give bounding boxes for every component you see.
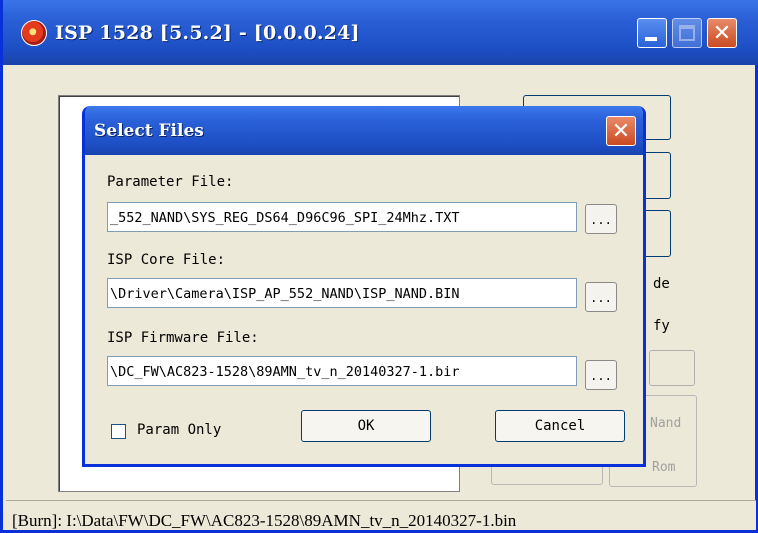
isp-firmware-file-field[interactable]: \DC_FW\AC823-1528\89AMN_tv_n_20140327-1.…: [107, 356, 577, 386]
param-only-label[interactable]: Param Only: [137, 422, 221, 438]
ok-button[interactable]: OK: [301, 410, 431, 442]
parameter-browse-button[interactable]: ...: [585, 204, 617, 234]
cancel-button[interactable]: Cancel: [495, 410, 625, 442]
close-button[interactable]: ✕: [707, 18, 737, 48]
parameter-file-field[interactable]: _552_NAND\SYS_REG_DS64_D96C96_SPI_24Mhz.…: [107, 202, 577, 232]
isp-core-file-field[interactable]: \Driver\Camera\ISP_AP_552_NAND\ISP_NAND.…: [107, 278, 577, 308]
background-button-4: [649, 350, 695, 386]
isp-core-browse-button[interactable]: ...: [585, 282, 617, 312]
dialog-close-button[interactable]: ✕: [606, 116, 636, 146]
background-label-rom: Rom: [652, 460, 676, 475]
main-titlebar[interactable]: ISP 1528 [5.5.2] - [0.0.0.24] ✕: [3, 0, 758, 65]
dialog-titlebar[interactable]: Select Files ✕: [85, 106, 643, 155]
parameter-file-label: Parameter File:: [107, 174, 234, 190]
background-label-fy: fy: [653, 318, 670, 334]
close-icon: ✕: [611, 118, 631, 144]
param-only-checkbox[interactable]: [111, 424, 126, 439]
minimize-button[interactable]: [637, 18, 667, 48]
isp-firmware-file-label: ISP Firmware File:: [107, 330, 259, 346]
status-bar: [Burn]: I:\Data\FW\DC_FW\AC823-1528\89AM…: [6, 500, 756, 530]
app-icon: [21, 20, 47, 46]
background-label-de: de: [653, 276, 670, 292]
isp-core-file-label: ISP Core File:: [107, 252, 226, 268]
background-label-nand: Nand: [650, 416, 682, 431]
isp-firmware-browse-button[interactable]: ...: [585, 360, 617, 390]
close-icon: ✕: [712, 20, 732, 46]
select-files-dialog: Select Files ✕ Parameter File: _552_NAND…: [82, 106, 646, 467]
main-window-title: ISP 1528 [5.5.2] - [0.0.0.24]: [55, 22, 360, 44]
dialog-title: Select Files: [94, 121, 204, 141]
maximize-button: [672, 18, 702, 48]
